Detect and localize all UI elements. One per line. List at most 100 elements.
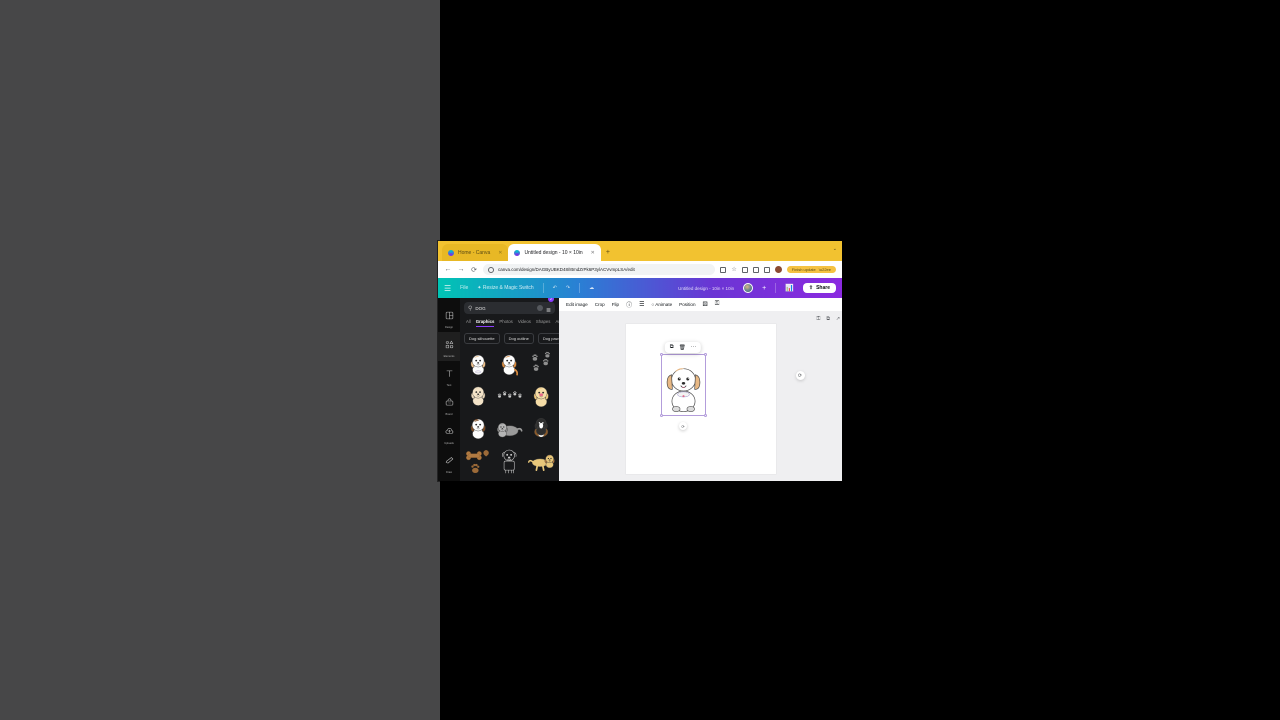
flip-button[interactable]: Flip xyxy=(612,302,619,307)
browser-tab-design[interactable]: Untitled design - 10 × 10in ✕ xyxy=(508,244,601,261)
back-icon[interactable]: ← xyxy=(444,266,452,273)
result-item[interactable] xyxy=(527,478,555,481)
result-item[interactable] xyxy=(495,350,523,379)
result-item[interactable] xyxy=(464,382,492,411)
close-icon[interactable]: ✕ xyxy=(591,250,595,256)
result-item[interactable] xyxy=(464,446,492,475)
transparency-slider-icon[interactable]: ⚄ xyxy=(703,301,708,308)
browser-tab-home[interactable]: Home - Canva ✕ xyxy=(442,244,509,261)
add-member-icon[interactable]: + xyxy=(762,285,766,292)
result-item[interactable] xyxy=(495,446,523,475)
canvas-stage[interactable]: ⚿ ⧉ ↗ ⧉ 🗑 ⋯ xyxy=(559,311,842,481)
editor-area[interactable]: Edit image Crop Flip ⓘ ☰ ○ Animate Position ⚄ ⚿ … xyxy=(559,298,842,481)
suggestion-chips[interactable]: Dog silhouetteDog outlineDog paw› xyxy=(464,333,559,344)
chevron-down-icon[interactable]: ⌄ xyxy=(833,246,837,252)
selection-toolbar[interactable]: ⧉ 🗑 ⋯ xyxy=(664,342,702,353)
search-input[interactable]: ⚲ DOG ≣ 2 xyxy=(464,298,555,317)
result-item[interactable] xyxy=(527,414,555,443)
result-item[interactable] xyxy=(495,478,523,481)
cloud-save-icon[interactable]: ☁ xyxy=(589,285,594,291)
suggestion-chip[interactable]: Dog outline xyxy=(503,333,534,344)
extensions-icon[interactable] xyxy=(741,266,748,273)
edit-image-button[interactable]: Edit image xyxy=(566,302,588,307)
resize-handle-br[interactable] xyxy=(703,414,707,417)
expand-page-icon[interactable]: ↗ xyxy=(836,316,840,322)
design-page[interactable]: ⧉ 🗑 ⋯ xyxy=(625,324,776,474)
position-button[interactable]: Position xyxy=(679,302,695,307)
elements-panel[interactable]: ⚲ DOG ≣ 2 All Graphics Photos Videos Shapes A… xyxy=(460,298,559,481)
redo-icon[interactable]: ↷ xyxy=(566,285,570,291)
resize-handle-bl[interactable] xyxy=(659,414,663,417)
sidepanel-icon[interactable] xyxy=(763,266,770,273)
result-item[interactable] xyxy=(527,382,555,411)
file-menu[interactable]: File xyxy=(460,285,468,291)
hamburger-icon[interactable]: ☰ xyxy=(444,284,451,293)
sidebar-item-elements[interactable]: Elements xyxy=(438,332,460,361)
crop-button[interactable]: Crop xyxy=(595,302,605,307)
elements-tab-photos[interactable]: Photos xyxy=(499,319,512,327)
share-button[interactable]: ⇧ Share xyxy=(802,283,836,293)
result-item[interactable] xyxy=(495,382,523,411)
elements-tab-all[interactable]: All xyxy=(466,319,471,327)
sidebar-item-projects[interactable]: Projects xyxy=(438,477,460,481)
elements-category-tabs[interactable]: AllGraphicsPhotosVideosShapesAu xyxy=(464,319,559,327)
left-rail[interactable]: Design Elements Text Cx Brand Uploads Draw Proj… xyxy=(438,298,460,481)
resize-handle-tr[interactable] xyxy=(703,353,707,356)
forward-icon[interactable]: → xyxy=(457,266,465,273)
result-item[interactable] xyxy=(464,350,492,379)
lock-icon[interactable]: ⚿ xyxy=(715,301,720,308)
share-icon[interactable] xyxy=(752,266,759,273)
canva-top-bar[interactable]: ☰ File ✦ Resize & Magic Switch ↶ ↷ ☁ Unt… xyxy=(438,278,842,298)
new-tab-button[interactable]: + xyxy=(601,244,615,261)
info-icon[interactable]: ⓘ xyxy=(626,300,632,309)
result-item[interactable] xyxy=(495,414,523,443)
duplicate-page-icon[interactable]: ⧉ xyxy=(826,316,830,322)
transparency-icon[interactable]: ☰ xyxy=(639,301,644,308)
document-title[interactable]: Untitled design - 10in × 10in xyxy=(678,286,734,291)
sidebar-item-text[interactable]: Text xyxy=(438,361,460,390)
elements-tab-shapes[interactable]: Shapes xyxy=(536,319,551,327)
reload-icon[interactable]: ⟳ xyxy=(470,266,478,274)
browser-tabstrip[interactable]: Home - Canva ✕ Untitled design - 10 × 10… xyxy=(438,241,842,261)
cast-icon[interactable] xyxy=(720,266,727,273)
refresh-button[interactable]: ⟳ xyxy=(795,371,805,380)
undo-icon[interactable]: ↶ xyxy=(553,285,557,291)
browser-avatar-icon[interactable] xyxy=(774,266,782,273)
elements-tab-videos[interactable]: Videos xyxy=(518,319,531,327)
selected-element[interactable]: ⧉ 🗑 ⋯ xyxy=(659,342,707,430)
sidebar-item-design[interactable]: Design xyxy=(438,303,460,332)
more-icon[interactable]: ⋯ xyxy=(691,345,697,351)
delete-icon[interactable]: 🗑 xyxy=(679,345,686,351)
result-item[interactable] xyxy=(527,350,555,379)
resize-magic-switch-button[interactable]: ✦ Resize & Magic Switch xyxy=(477,285,533,291)
close-icon[interactable]: ✕ xyxy=(498,250,502,256)
clear-icon[interactable] xyxy=(536,305,543,311)
page-controls[interactable]: ⚿ ⧉ ↗ xyxy=(817,316,841,322)
suggestion-chip[interactable]: Dog paw xyxy=(537,333,559,344)
resize-handle-tl[interactable] xyxy=(659,353,663,356)
result-item[interactable] xyxy=(464,478,492,481)
result-item[interactable] xyxy=(464,414,492,443)
bookmark-icon[interactable]: ☆ xyxy=(731,266,736,273)
avatar[interactable] xyxy=(743,283,754,293)
site-settings-icon[interactable] xyxy=(488,266,494,273)
rotate-handle[interactable]: ⟳ xyxy=(679,422,687,430)
elements-tab-graphics[interactable]: Graphics xyxy=(475,319,495,327)
duplicate-icon[interactable]: ⧉ xyxy=(670,344,674,351)
element-toolbar[interactable]: Edit image Crop Flip ⓘ ☰ ○ Animate Position ⚄ ⚿ xyxy=(559,298,842,311)
finish-update-button[interactable]: Finish update \u22ee xyxy=(786,266,836,273)
animate-button[interactable]: ○ Animate xyxy=(652,302,673,307)
sidebar-item-uploads[interactable]: Uploads xyxy=(438,419,460,448)
suggestion-chip[interactable]: Dog silhouette xyxy=(464,333,500,344)
browser-urlbar[interactable]: ← → ⟳ canva.com/design/DAGByUBKD48/8tmdZ… xyxy=(438,261,842,278)
lock-page-icon[interactable]: ⚿ xyxy=(817,316,821,322)
browser-actions[interactable]: ☆ Finish update \u22ee xyxy=(720,266,836,273)
analytics-icon[interactable]: 📊 xyxy=(785,284,794,292)
address-input[interactable]: canva.com/design/DAGByUBKD48/8tmdZrPk6P3… xyxy=(483,264,716,275)
sidebar-item-draw[interactable]: Draw xyxy=(438,448,460,477)
result-item[interactable] xyxy=(527,446,555,475)
filter-button[interactable]: ≣ 2 xyxy=(546,298,554,317)
results-grid[interactable] xyxy=(464,350,555,481)
canva-browser-window[interactable]: Home - Canva ✕ Untitled design - 10 × 10… xyxy=(438,241,842,481)
sidebar-item-brand[interactable]: Cx Brand xyxy=(438,390,460,419)
